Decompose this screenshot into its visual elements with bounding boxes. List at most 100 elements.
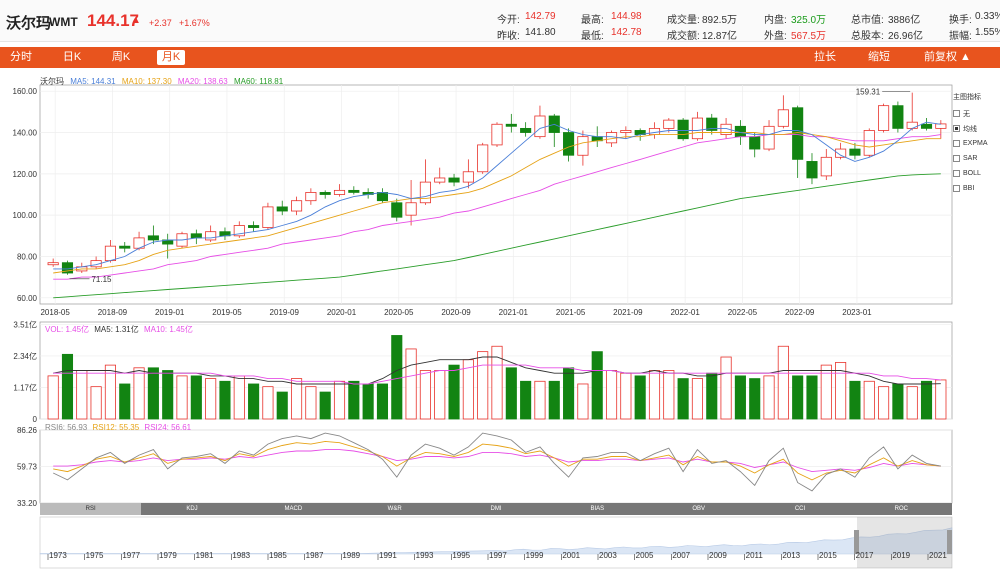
candle-body bbox=[906, 121, 918, 129]
volume-bar bbox=[133, 367, 145, 420]
volume-bar bbox=[391, 335, 403, 420]
rsi-lines bbox=[53, 432, 941, 492]
indicator-tab-wr[interactable]: W&R bbox=[344, 503, 445, 515]
volume-bar bbox=[162, 370, 174, 420]
candle-body bbox=[376, 192, 389, 202]
overview-x-label: 2009 bbox=[709, 551, 727, 560]
y-tick-label: 160.00 bbox=[13, 87, 38, 96]
indicator-tab-obv[interactable]: OBV bbox=[648, 503, 749, 515]
volume-bar bbox=[176, 375, 188, 420]
volume-bar bbox=[620, 372, 632, 420]
candle-body bbox=[520, 127, 532, 133]
x-tick-label: 2022-09 bbox=[785, 308, 815, 317]
checkbox-icon[interactable] bbox=[953, 155, 960, 162]
candle-body bbox=[119, 245, 131, 249]
legend-rsi24: RSI24: 56.61 bbox=[144, 423, 192, 432]
indicator-tab-cci[interactable]: CCI bbox=[749, 503, 850, 515]
candle-body bbox=[391, 202, 403, 218]
overview-x-label: 2021 bbox=[929, 551, 947, 560]
candle-body bbox=[691, 117, 703, 140]
volume-bar bbox=[248, 383, 260, 420]
indicator-option-bbi[interactable]: BBI bbox=[953, 181, 1000, 196]
checkbox-icon[interactable] bbox=[953, 185, 960, 192]
rsi6-line bbox=[53, 432, 941, 492]
indicator-option-none[interactable]: 无 bbox=[953, 106, 1000, 121]
checkbox-icon[interactable] bbox=[953, 140, 960, 147]
legend-vol: VOL: 1.45亿 bbox=[45, 325, 90, 334]
candle-body bbox=[878, 105, 890, 131]
legend-ma60: MA60: 118.81 bbox=[233, 77, 284, 86]
volume-bar bbox=[677, 378, 689, 420]
volume-bar bbox=[849, 380, 861, 420]
volume-bar bbox=[663, 370, 675, 420]
volume-bar bbox=[505, 367, 517, 420]
volume-bar bbox=[61, 353, 74, 420]
checkbox-checked-icon[interactable] bbox=[953, 125, 960, 132]
indicator-tab-dmi[interactable]: DMI bbox=[445, 503, 546, 515]
volume-bar bbox=[734, 375, 746, 420]
x-tick-label: 2018-09 bbox=[98, 308, 128, 317]
candle-body bbox=[291, 200, 303, 212]
candle-body bbox=[477, 144, 489, 173]
candle-body bbox=[648, 127, 661, 135]
candle-body bbox=[663, 119, 675, 129]
x-tick-label: 2021-09 bbox=[613, 308, 643, 317]
overview-x-label: 2019 bbox=[892, 551, 910, 560]
volume-bar bbox=[434, 370, 446, 420]
overview-x-label: 2015 bbox=[819, 551, 837, 560]
indicator-option-sar[interactable]: SAR bbox=[953, 151, 1000, 166]
indicator-option-ma[interactable]: 均线 bbox=[953, 121, 1000, 136]
overview-right-handle bbox=[947, 530, 952, 554]
x-tick-label: 2019-09 bbox=[270, 308, 300, 317]
checkbox-icon[interactable] bbox=[953, 110, 960, 117]
candle-body bbox=[333, 189, 346, 195]
y-tick-label: 80.00 bbox=[17, 252, 38, 261]
indicator-tabs: RSI KDJ MACD W&R DMI BIAS OBV CCI ROC bbox=[40, 503, 952, 515]
indicator-option-expma[interactable]: EXPMA bbox=[953, 136, 1000, 151]
candle-body bbox=[835, 148, 847, 158]
volume-bar bbox=[863, 380, 875, 420]
legend-vol-ma5: MA5: 1.31亿 bbox=[94, 325, 139, 334]
volume-bar bbox=[205, 378, 217, 420]
indicator-tab-bias[interactable]: BIAS bbox=[547, 503, 648, 515]
indicator-tab-roc[interactable]: ROC bbox=[851, 503, 952, 515]
overview-x-label: 2011 bbox=[746, 551, 764, 560]
overview-navigator: 1973 1975 1977 1979 1981 1983 1985 1987 1989 1991… bbox=[39, 516, 953, 569]
candle-body bbox=[806, 161, 818, 179]
candle-body bbox=[462, 171, 474, 183]
rsi12-line bbox=[53, 440, 941, 481]
checkbox-icon[interactable] bbox=[953, 170, 960, 177]
overview-x-label: 1999 bbox=[526, 551, 544, 560]
legend-rsi6: RSI6: 56.93 bbox=[45, 423, 88, 432]
candle-body bbox=[419, 181, 431, 204]
volume-bar bbox=[706, 372, 718, 420]
legend-vol-ma10: MA10: 1.45亿 bbox=[143, 325, 193, 334]
indicator-tab-rsi[interactable]: RSI bbox=[40, 503, 142, 515]
volume-bar bbox=[262, 386, 274, 420]
candle-body bbox=[763, 125, 775, 150]
volume-bar bbox=[935, 379, 947, 420]
volume-bar bbox=[792, 375, 804, 420]
candle-body bbox=[190, 233, 202, 239]
volume-bar bbox=[319, 391, 331, 420]
moving-average-lines: 159.31 71.15 bbox=[53, 88, 941, 299]
indicator-tab-macd[interactable]: MACD bbox=[243, 503, 344, 515]
indicator-tab-kdj[interactable]: KDJ bbox=[141, 503, 242, 515]
volume-y-tick-label: 1.17亿 bbox=[13, 382, 37, 392]
x-tick-label: 2022-05 bbox=[728, 308, 758, 317]
volume-bar bbox=[147, 367, 159, 420]
volume-bar bbox=[376, 383, 389, 420]
volume-bar bbox=[333, 380, 346, 420]
high-annotation-label: 159.31 bbox=[856, 88, 881, 97]
overview-selection bbox=[857, 517, 952, 568]
volume-bar bbox=[634, 375, 646, 420]
overview-x-label: 2017 bbox=[856, 551, 874, 560]
volume-bar bbox=[219, 380, 231, 420]
overview-x-label: 1987 bbox=[306, 551, 324, 560]
volume-bar bbox=[305, 386, 317, 420]
overview-x-label: 1993 bbox=[416, 551, 434, 560]
x-tick-label: 2021-05 bbox=[556, 308, 586, 317]
indicator-option-boll[interactable]: BOLL bbox=[953, 166, 1000, 181]
volume-bar bbox=[763, 375, 775, 420]
volume-bar bbox=[749, 378, 761, 420]
